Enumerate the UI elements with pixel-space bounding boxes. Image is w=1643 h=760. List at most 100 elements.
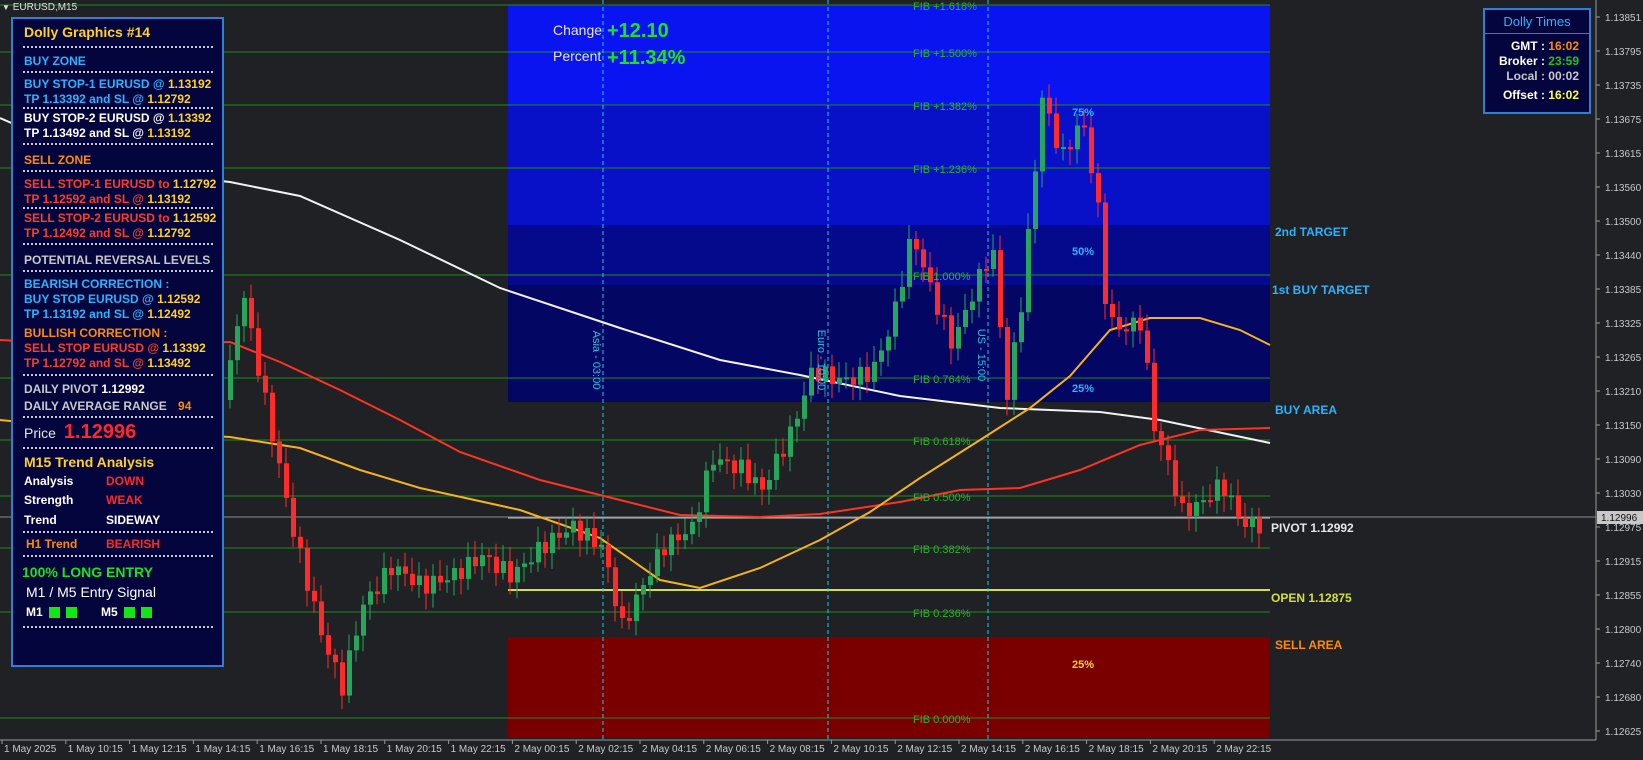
candle-body bbox=[991, 250, 996, 269]
time-tick-label: 2 May 10:15 bbox=[833, 744, 888, 755]
candle-body bbox=[830, 366, 835, 385]
candle-body bbox=[1250, 517, 1255, 527]
trend-label: Trend bbox=[24, 513, 57, 527]
candle-body bbox=[1040, 97, 1045, 172]
offset-time: Offset : 16:02 bbox=[1502, 88, 1579, 102]
price-readout: Price 1.12996 bbox=[24, 421, 137, 443]
candle-body bbox=[550, 532, 555, 554]
time-tick-label: 2 May 04:15 bbox=[642, 744, 697, 755]
candle-body bbox=[900, 286, 905, 302]
sell-stop-1-tp: TP 1.12592 and SL @ 1.13192 bbox=[24, 192, 191, 206]
candle-body bbox=[417, 575, 422, 586]
tab-arrow-icon: ▼ bbox=[2, 3, 10, 12]
candle-body bbox=[1180, 496, 1185, 504]
bearish-correction-tp: TP 1.13192 and SL @ 1.12492 bbox=[24, 307, 191, 321]
long-entry: 100% LONG ENTRY bbox=[22, 564, 153, 580]
candle-body bbox=[998, 250, 1003, 328]
dolly-times-panel: Dolly Times GMT : 16:02 Broker : 23:59 L… bbox=[1483, 8, 1591, 114]
fib-level-label: FIB +1.500% bbox=[913, 48, 977, 60]
candle-body bbox=[956, 327, 961, 349]
candle-body bbox=[893, 301, 898, 337]
candle-body bbox=[1012, 342, 1017, 400]
m1-signal: M1 bbox=[26, 605, 77, 619]
entry-signal-title: M1 / M5 Entry Signal bbox=[26, 584, 156, 600]
divider bbox=[23, 531, 213, 533]
divider bbox=[23, 46, 213, 48]
candle-body bbox=[263, 375, 268, 393]
analysis-value: DOWN bbox=[106, 474, 144, 488]
candle-body bbox=[739, 459, 744, 474]
candle-body bbox=[557, 532, 562, 538]
candle-body bbox=[970, 301, 975, 310]
price-tick-label: 1.13795 bbox=[1605, 47, 1642, 58]
candle-body bbox=[438, 575, 443, 583]
candle-body bbox=[424, 575, 429, 594]
candle-body bbox=[515, 566, 520, 583]
candle-body bbox=[375, 591, 380, 595]
divider bbox=[23, 107, 213, 109]
candle-body bbox=[676, 534, 681, 541]
strength-label: Strength bbox=[24, 493, 74, 507]
divider bbox=[23, 243, 213, 245]
divider bbox=[23, 374, 213, 376]
time-tick-label: 2 May 22:15 bbox=[1216, 744, 1271, 755]
candle-body bbox=[1257, 517, 1262, 534]
fib-level-label: FIB +1.382% bbox=[913, 101, 977, 113]
time-tick-label: 2 May 08:15 bbox=[770, 744, 825, 755]
time-tick-label: 1 May 22:15 bbox=[451, 744, 506, 755]
fib-level-label: FIB 0.500% bbox=[913, 492, 971, 504]
trend-value: SIDEWAY bbox=[106, 513, 161, 527]
candle-body bbox=[767, 479, 772, 490]
candle-body bbox=[473, 556, 478, 567]
candle-body bbox=[1152, 362, 1157, 432]
price-tick-label: 1.12915 bbox=[1605, 557, 1642, 568]
candle-body bbox=[1243, 517, 1248, 527]
candle-body bbox=[466, 556, 471, 579]
candle-body bbox=[921, 249, 926, 268]
candle-body bbox=[669, 534, 674, 556]
candle-body bbox=[487, 555, 492, 558]
candle-body bbox=[1145, 330, 1150, 363]
time-tick-label: 1 May 18:15 bbox=[323, 744, 378, 755]
fib-level-label: FIB 0.764% bbox=[913, 374, 971, 386]
price-tick-label: 1.13560 bbox=[1605, 183, 1642, 194]
candle-body bbox=[977, 268, 982, 302]
buy-area-label: BUY AREA bbox=[1275, 403, 1337, 417]
candle-body bbox=[844, 377, 849, 380]
price-tick-label: 1.13675 bbox=[1605, 115, 1642, 126]
session-label: Euro - 10:00 bbox=[815, 330, 827, 391]
price-tick-label: 1.12740 bbox=[1605, 659, 1642, 670]
candle-body bbox=[312, 590, 317, 602]
window-tab[interactable]: ▼ EURUSD,M15 bbox=[2, 2, 77, 13]
candle-body bbox=[1201, 500, 1206, 503]
price-tick-label: 1.13265 bbox=[1605, 353, 1642, 364]
divider bbox=[23, 207, 213, 209]
price-chart[interactable]: FIB +1.618% FIB +1.500% FIB +1.382% FIB +1.… bbox=[0, 0, 1643, 760]
candle-body bbox=[459, 568, 464, 579]
candle-body bbox=[711, 464, 716, 471]
candle-body bbox=[627, 617, 632, 621]
candle-body bbox=[270, 392, 275, 442]
time-tick-label: 2 May 14:15 bbox=[961, 744, 1016, 755]
candle-body bbox=[242, 297, 247, 327]
candle-body bbox=[1082, 125, 1087, 128]
candle-body bbox=[662, 549, 667, 556]
price-tick-label: 1.13150 bbox=[1605, 421, 1642, 432]
percent-value: +11.34% bbox=[607, 47, 686, 69]
candle-body bbox=[788, 426, 793, 457]
buy-stop-1-tp: TP 1.13392 and SL @ 1.12792 bbox=[24, 92, 191, 106]
session-label: US - 15:00 bbox=[975, 329, 987, 382]
bullish-correction-entry: SELL STOP EURUSD @ 1.13392 bbox=[24, 341, 206, 355]
candle-body bbox=[984, 268, 989, 271]
first-buy-target-label: 1st BUY TARGET bbox=[1272, 283, 1370, 297]
candle-body bbox=[291, 497, 296, 537]
divider bbox=[23, 71, 213, 73]
candle-body bbox=[655, 549, 660, 577]
candle-body bbox=[1103, 202, 1108, 305]
candle-body bbox=[746, 459, 751, 484]
candle-body bbox=[228, 360, 233, 400]
candle-body bbox=[718, 459, 723, 465]
daily-average-range: DAILY AVERAGE RANGE 94 bbox=[24, 399, 192, 413]
analysis-label: Analysis bbox=[24, 474, 74, 488]
candle-body bbox=[529, 562, 534, 565]
